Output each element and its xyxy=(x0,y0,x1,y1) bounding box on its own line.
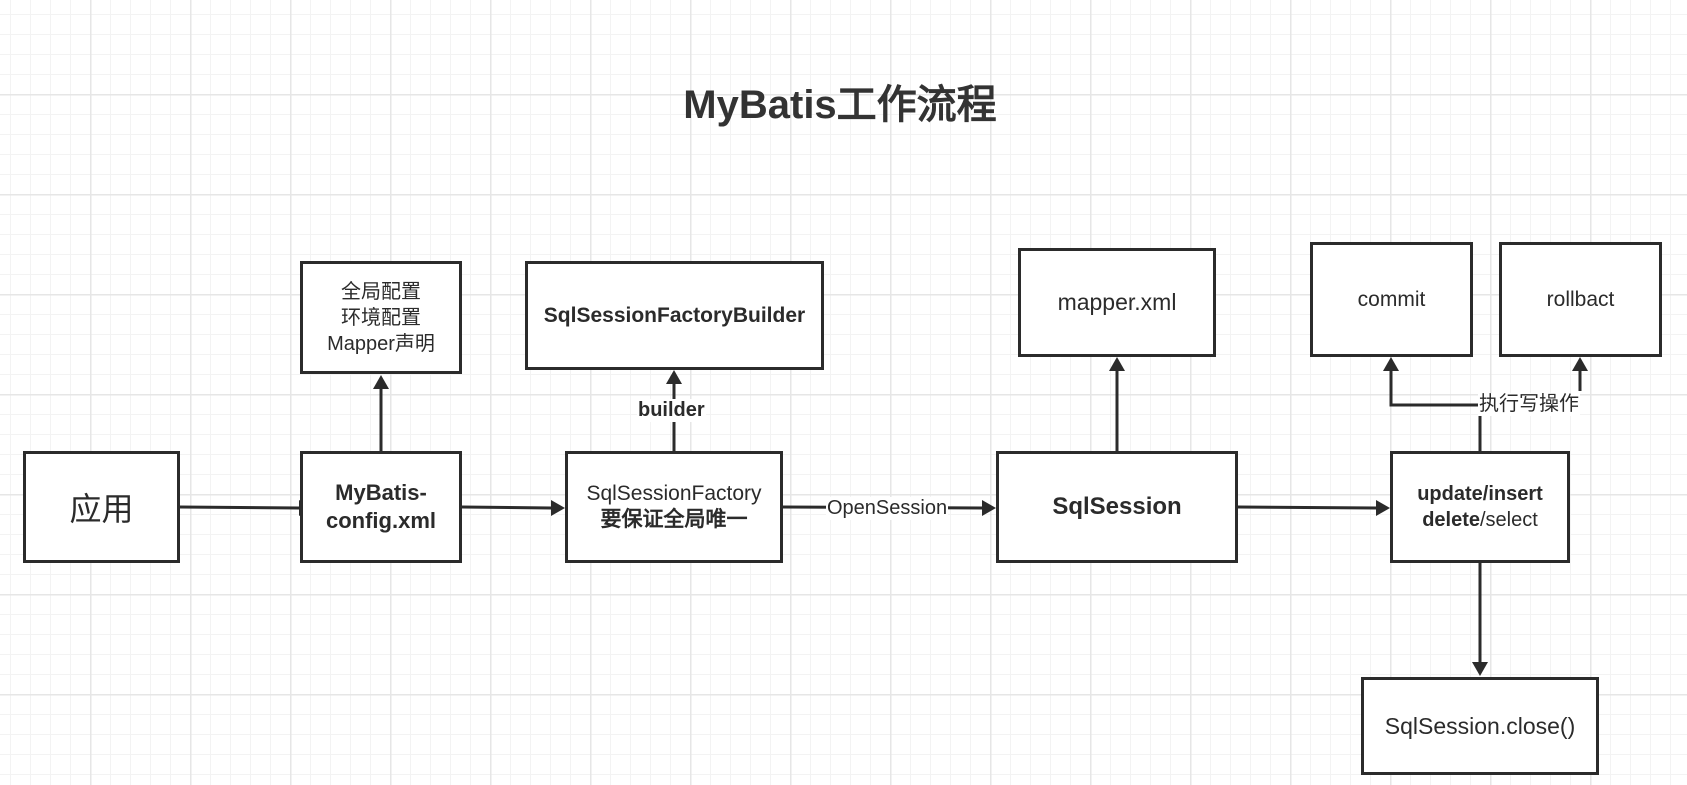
app-node-label: 应用 xyxy=(69,491,134,527)
mybatis-config-node: MyBatis- config.xml xyxy=(300,451,462,563)
arrowhead-session-to-operations xyxy=(1376,500,1390,516)
session-close-label: SqlSession.close() xyxy=(1384,712,1576,739)
edge-session-to-operations xyxy=(1237,505,1377,510)
edge-operations-to-commit xyxy=(1389,371,1482,451)
arrowhead-operations-to-close xyxy=(1472,662,1488,676)
crud-operations-line-1: update/insert xyxy=(1417,483,1543,505)
session-factory-node: SqlSessionFactory 要保证全局唯一 xyxy=(565,451,783,563)
arrowhead-factory-to-builder xyxy=(666,370,682,384)
mapper-xml-node: mapper.xml xyxy=(1018,248,1216,357)
edge-config-to-factory xyxy=(461,505,552,510)
commit-label: commit xyxy=(1357,287,1426,311)
mapper-xml-label: mapper.xml xyxy=(1057,289,1177,315)
edge-app-to-config xyxy=(179,505,300,510)
arrowhead-session-to-mapper xyxy=(1109,357,1125,371)
mybatis-config-line-2: config.xml xyxy=(325,508,436,533)
arrowhead-operations-to-rollback xyxy=(1572,357,1588,371)
rollback-label: rollbact xyxy=(1546,287,1615,311)
builder-edge-label: builder xyxy=(637,399,706,422)
config-notes-node: 全局配置 环境配置 Mapper声明 xyxy=(300,261,462,374)
config-notes-line-2: 环境配置 xyxy=(341,306,421,329)
config-notes-line-3: Mapper声明 xyxy=(327,332,435,355)
config-notes-line-1: 全局配置 xyxy=(341,280,421,303)
session-factory-builder-label: SqlSessionFactoryBuilder xyxy=(543,303,806,327)
session-factory-line-2: 要保证全局唯一 xyxy=(600,508,748,531)
open-session-edge-label: OpenSession xyxy=(826,497,949,520)
write-operation-edge-label: 执行写操作 xyxy=(1478,393,1580,416)
session-factory-builder-node: SqlSessionFactoryBuilder xyxy=(525,261,824,370)
arrowhead-config-to-notes xyxy=(373,375,389,389)
arrowhead-factory-to-session xyxy=(982,500,996,516)
sql-session-node: SqlSession xyxy=(996,451,1238,563)
arrowhead-operations-to-commit xyxy=(1383,357,1399,371)
crud-operations-delete: delete xyxy=(1422,509,1480,531)
mybatis-config-line-1: MyBatis- xyxy=(335,480,427,505)
commit-node: commit xyxy=(1310,242,1473,357)
app-node: 应用 xyxy=(23,451,180,563)
arrowhead-config-to-factory xyxy=(551,500,565,516)
crud-operations-line-2: delete/select xyxy=(1422,507,1538,533)
sql-session-label: SqlSession xyxy=(1052,493,1182,520)
session-factory-line-1: SqlSessionFactory xyxy=(586,482,762,505)
crud-operations-select: /select xyxy=(1480,509,1538,531)
crud-operations-node: update/insert delete/select xyxy=(1390,451,1570,563)
diagram-title: MyBatis工作流程 xyxy=(683,83,997,127)
session-close-node: SqlSession.close() xyxy=(1361,677,1599,775)
rollback-node: rollbact xyxy=(1499,242,1662,357)
